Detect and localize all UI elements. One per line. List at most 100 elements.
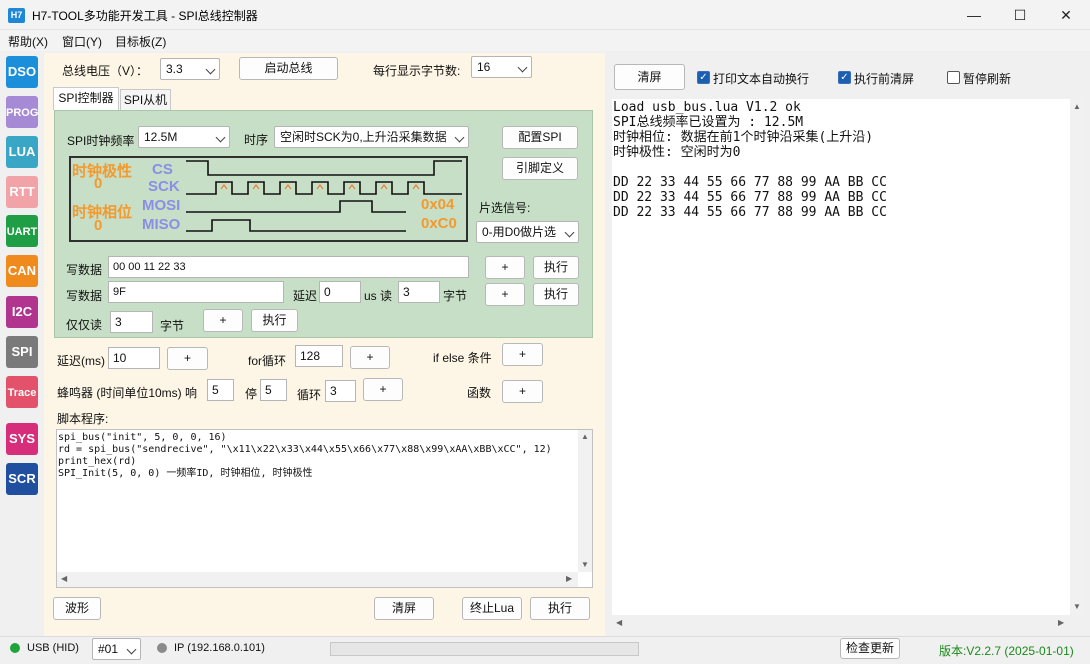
- sidebar-prog-button[interactable]: PROG: [6, 96, 38, 128]
- progress-bar: [330, 642, 639, 656]
- read-count-input[interactable]: 3: [398, 281, 440, 303]
- add-read-button[interactable]: +: [203, 309, 243, 332]
- buzzer-loop-input[interactable]: 3: [325, 380, 356, 402]
- close-button[interactable]: ✕: [1043, 0, 1089, 30]
- spi-freq-label: SPI时钟频率: [67, 134, 135, 148]
- start-bus-button[interactable]: 启动总线: [239, 57, 338, 80]
- scroll-left-icon[interactable]: ◀: [61, 574, 67, 583]
- write-data-input-2[interactable]: 9F: [108, 281, 284, 303]
- clear-before-run-checkbox[interactable]: ✓: [838, 71, 851, 84]
- ip-status-label: IP (192.168.0.101): [174, 642, 265, 654]
- sidebar-scr-button[interactable]: SCR: [6, 463, 38, 495]
- cpol-value: 0: [94, 175, 103, 192]
- function-label: 函数: [467, 386, 492, 400]
- tab-spi-controller[interactable]: SPI控制器: [53, 87, 119, 110]
- delay-input[interactable]: 0: [319, 281, 361, 303]
- timing-label: 时序: [244, 133, 269, 147]
- chip-select-select[interactable]: 0-用D0做片选: [476, 221, 579, 243]
- add-buzzer-button[interactable]: +: [363, 378, 403, 401]
- sidebar-trace-button[interactable]: Trace: [6, 376, 38, 408]
- pause-refresh-checkbox[interactable]: [947, 71, 960, 84]
- menu-window[interactable]: 窗口(Y): [62, 33, 102, 50]
- sidebar-rtt-button[interactable]: RTT: [6, 176, 38, 208]
- maximize-button[interactable]: ☐: [997, 0, 1043, 30]
- auto-wrap-checkbox[interactable]: ✓: [697, 71, 710, 84]
- for-loop-input[interactable]: 128: [295, 345, 343, 367]
- write-data-input-1[interactable]: 00 00 11 22 33: [108, 256, 469, 278]
- scroll-down-icon[interactable]: ▼: [581, 560, 589, 569]
- scroll-up-icon[interactable]: ▲: [581, 432, 589, 441]
- sidebar-spi-button[interactable]: SPI: [6, 336, 38, 368]
- add-for-button[interactable]: +: [350, 346, 390, 369]
- add-if-else-button[interactable]: +: [502, 343, 543, 366]
- write-data-label-1: 写数据: [66, 263, 103, 277]
- tab-spi-slave[interactable]: SPI从机: [120, 89, 171, 110]
- scroll-right-icon[interactable]: ▶: [566, 574, 572, 583]
- delay-ms-label: 延迟(ms): [57, 354, 105, 368]
- voltage-label: 总线电压（V）：: [62, 64, 149, 78]
- exec-read-button[interactable]: 执行: [251, 309, 298, 332]
- output-vertical-scrollbar[interactable]: [1070, 99, 1084, 615]
- spi-freq-select[interactable]: 12.5M: [138, 126, 230, 148]
- config-spi-button[interactable]: 配置SPI: [502, 126, 578, 149]
- timing-select[interactable]: 空闲时SCK为0,上升沿采集数据: [274, 126, 469, 148]
- stop-lua-button[interactable]: 终止Lua: [462, 597, 522, 620]
- sidebar-uart-button[interactable]: UART: [6, 215, 38, 247]
- chevron-down-icon: [205, 64, 216, 75]
- add-function-button[interactable]: +: [502, 380, 543, 403]
- check-update-button[interactable]: 检查更新: [840, 638, 900, 659]
- us-read-label: us 读: [364, 289, 393, 303]
- chevron-down-icon: [517, 62, 528, 73]
- add-delay-button[interactable]: +: [167, 347, 208, 370]
- delay-label: 延迟: [293, 289, 318, 303]
- version-label: 版本:V2.2.7 (2025-01-01): [939, 644, 1074, 658]
- add-write-2-button[interactable]: +: [485, 283, 525, 306]
- sidebar-lua-button[interactable]: LUA: [6, 136, 38, 168]
- script-vertical-scrollbar[interactable]: [578, 430, 592, 572]
- output-text: Load usb_bus.lua V1.2 ok SPI总线频率已设置为 : 1…: [613, 100, 887, 220]
- bytes-per-line-select[interactable]: 16: [471, 56, 532, 78]
- scroll-left-icon[interactable]: ◀: [616, 618, 622, 627]
- menu-help[interactable]: 帮助(X): [8, 33, 48, 50]
- exec-write-2-button[interactable]: 执行: [533, 283, 579, 306]
- pin-definition-button[interactable]: 引脚定义: [502, 157, 578, 180]
- sidebar-can-button[interactable]: CAN: [6, 255, 38, 287]
- scroll-up-icon[interactable]: ▲: [1073, 102, 1081, 111]
- voltage-select[interactable]: 3.3: [160, 58, 220, 80]
- app-logo-icon: H7: [8, 8, 25, 23]
- chevron-down-icon: [215, 132, 226, 143]
- scroll-down-icon[interactable]: ▼: [1073, 602, 1081, 611]
- buzzer-on-input[interactable]: 5: [207, 379, 234, 401]
- read-only-input[interactable]: 3: [110, 311, 153, 333]
- buzzer-stop-input[interactable]: 5: [260, 379, 287, 401]
- bytes-per-line-label: 每行显示字节数:: [373, 64, 461, 78]
- port-select[interactable]: #01: [92, 638, 141, 660]
- chevron-down-icon: [454, 132, 465, 143]
- usb-status-icon: [10, 643, 20, 653]
- sidebar-i2c-button[interactable]: I2C: [6, 296, 38, 328]
- run-script-button[interactable]: 执行: [530, 597, 590, 620]
- script-horizontal-scrollbar[interactable]: [57, 572, 578, 587]
- clear-before-run-label: 执行前清屏: [854, 72, 915, 86]
- if-else-label: if else 条件: [433, 351, 492, 365]
- clear-output-button[interactable]: 清屏: [614, 64, 685, 90]
- add-write-1-button[interactable]: +: [485, 256, 525, 279]
- menu-target-board[interactable]: 目标板(Z): [115, 33, 166, 50]
- cpha-value: 0: [94, 217, 103, 234]
- miso-signal-label: MISO: [142, 216, 181, 233]
- chip-select-label: 片选信号:: [479, 201, 531, 215]
- minimize-button[interactable]: —: [951, 0, 997, 30]
- clear-script-button[interactable]: 清屏: [374, 597, 434, 620]
- sidebar-sys-button[interactable]: SYS: [6, 423, 38, 455]
- sidebar-dso-button[interactable]: DSO: [6, 56, 38, 88]
- read-only-label: 仅仅读: [66, 318, 103, 332]
- for-loop-label: for循环: [248, 354, 287, 368]
- write-data-label-2: 写数据: [66, 289, 103, 303]
- scroll-right-icon[interactable]: ▶: [1058, 618, 1064, 627]
- script-code[interactable]: spi_bus("init", 5, 0, 0, 16) rd = spi_bu…: [58, 432, 552, 480]
- waveform-button[interactable]: 波形: [53, 597, 101, 620]
- exec-write-1-button[interactable]: 执行: [533, 256, 579, 279]
- delay-ms-input[interactable]: 10: [108, 347, 160, 369]
- auto-wrap-label: 打印文本自动换行: [713, 72, 810, 86]
- cs-signal-label: CS: [152, 161, 173, 178]
